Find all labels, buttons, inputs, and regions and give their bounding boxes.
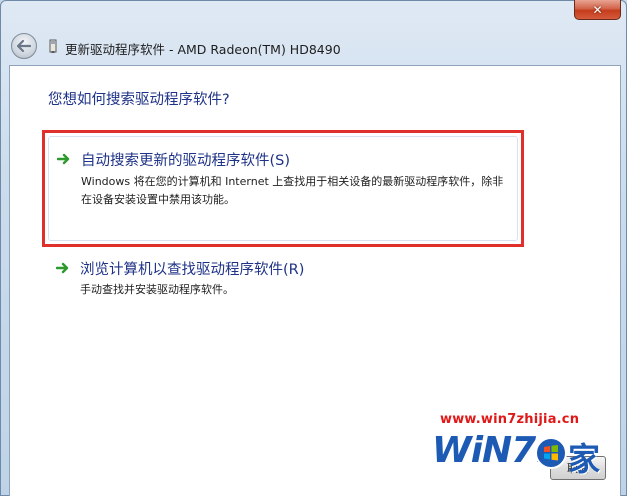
page-question: 您想如何搜索驱动程序软件?: [48, 92, 230, 108]
green-arrow-icon: [56, 262, 69, 274]
content-panel: 您想如何搜索驱动程序软件? 自动搜索更新的驱动程序软件(S) Windows 将…: [9, 65, 621, 496]
watermark-logo-text: WiN7.: [432, 430, 549, 471]
option-browse-computer[interactable]: 浏览计算机以查找驱动程序软件(R) 手动查找并安装驱动程序软件。: [48, 256, 518, 306]
watermark-logo: www.win7zhijia.cn WiN7. 家: [430, 412, 620, 496]
window-title: 更新驱动程序软件 - AMD Radeon(TM) HD8490: [65, 42, 341, 57]
red-highlight-box: [42, 130, 524, 247]
title-bar: 更新驱动程序软件 - AMD Radeon(TM) HD8490: [1, 21, 627, 65]
back-button[interactable]: [11, 33, 37, 59]
dialog-window: ✕ 更新驱动程序软件 - AMD Radeon(TM) HD8490 您想如何搜…: [0, 0, 627, 496]
watermark-url: www.win7zhijia.cn: [440, 412, 580, 427]
device-icon: [49, 39, 57, 53]
close-button[interactable]: ✕: [574, 0, 621, 20]
option-description: 手动查找并安装驱动程序软件。: [80, 283, 234, 296]
close-icon: ✕: [592, 2, 603, 17]
option-title: 浏览计算机以查找驱动程序软件(R): [80, 262, 305, 278]
cancel-button[interactable]: 取消: [550, 456, 606, 480]
back-arrow-icon: [17, 40, 31, 52]
